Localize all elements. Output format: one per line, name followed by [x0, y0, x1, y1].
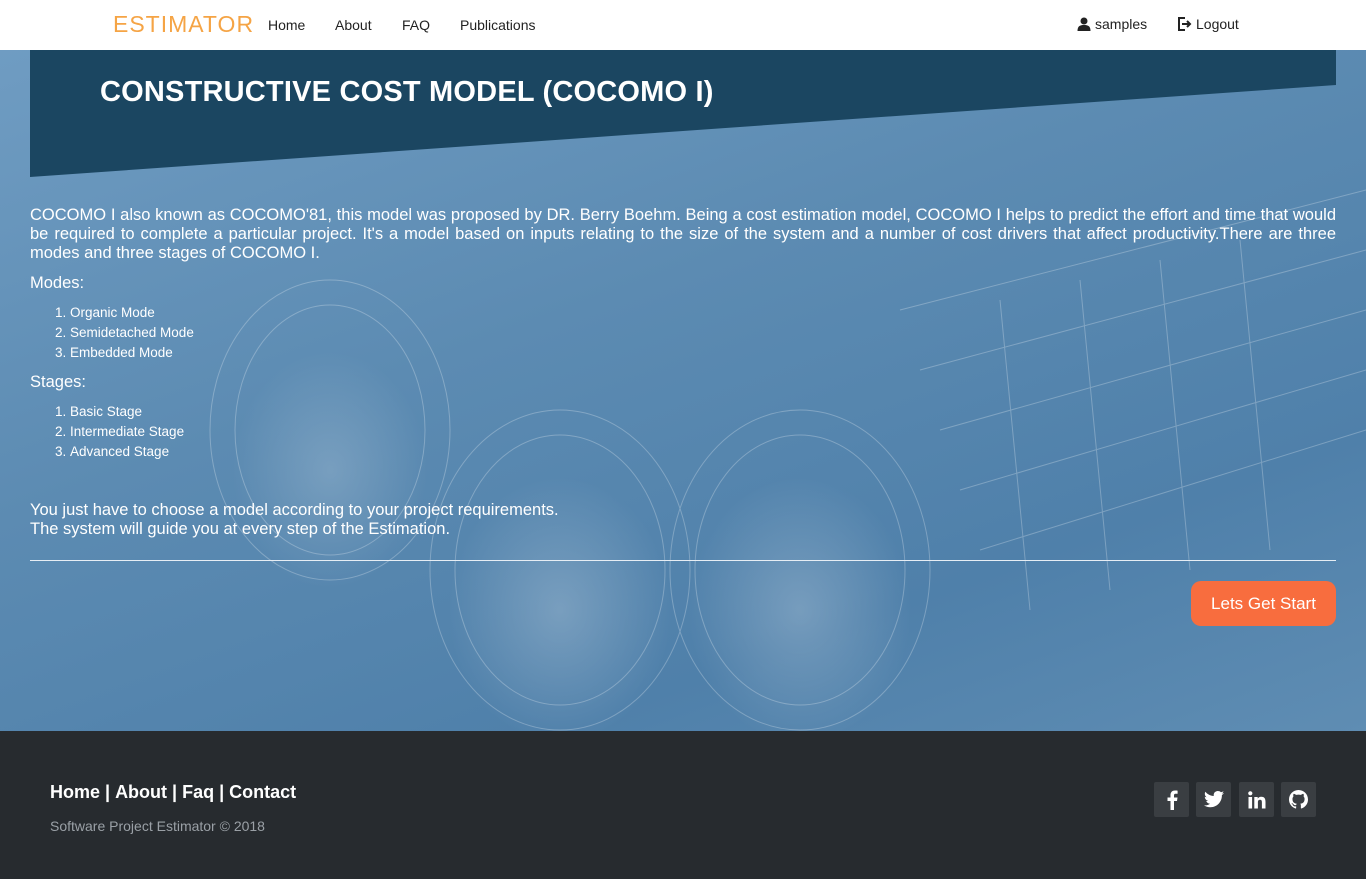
brand-logo[interactable]: ESTIMATOR — [113, 11, 254, 38]
nav-home-link[interactable]: Home — [268, 17, 305, 33]
title-banner — [30, 50, 1336, 177]
twitter-icon — [1203, 791, 1224, 808]
page-title: CONSTRUCTIVE COST MODEL (COCOMO I) — [100, 76, 714, 108]
get-started-button[interactable]: Lets Get Start — [1191, 581, 1336, 626]
modes-heading: Modes: — [30, 274, 85, 292]
footer-link-contact[interactable]: Contact — [229, 782, 296, 803]
footer-link-about[interactable]: About — [115, 782, 167, 803]
github-link[interactable] — [1281, 782, 1316, 817]
facebook-link[interactable] — [1154, 782, 1189, 817]
divider — [30, 560, 1336, 561]
copyright-text: Software Project Estimator © 2018 — [50, 818, 265, 834]
twitter-link[interactable] — [1196, 782, 1231, 817]
facebook-icon — [1167, 790, 1178, 810]
nav-about-link[interactable]: About — [335, 17, 372, 33]
linkedin-icon — [1247, 790, 1265, 808]
nav-faq-link[interactable]: FAQ — [402, 17, 430, 33]
footer-links: Home | About | Faq | Contact — [50, 782, 296, 803]
closing-text: You just have to choose a model accordin… — [30, 501, 559, 539]
footer-separator: | — [214, 782, 230, 802]
stages-list: Basic Stage Intermediate Stage Advanced … — [30, 402, 184, 462]
logout-label: Logout — [1196, 16, 1239, 32]
list-item: Advanced Stage — [70, 442, 184, 462]
footer-separator: | — [167, 782, 183, 802]
nav-logout-link[interactable]: Logout — [1177, 16, 1239, 32]
modes-list: Organic Mode Semidetached Mode Embedded … — [30, 303, 194, 363]
list-item: Embedded Mode — [70, 343, 194, 363]
github-icon — [1289, 790, 1308, 809]
closing-line-1: You just have to choose a model accordin… — [30, 501, 559, 519]
nav-publications-link[interactable]: Publications — [460, 17, 536, 33]
hero-section — [0, 50, 1366, 731]
footer-link-home[interactable]: Home — [50, 782, 100, 803]
footer-separator: | — [100, 782, 116, 802]
list-item: Basic Stage — [70, 402, 184, 422]
user-icon — [1077, 17, 1091, 31]
user-name: samples — [1095, 16, 1148, 32]
footer-link-faq[interactable]: Faq — [182, 782, 214, 803]
footer: Home | About | Faq | Contact Software Pr… — [0, 731, 1366, 879]
list-item: Organic Mode — [70, 303, 194, 323]
list-item: Intermediate Stage — [70, 422, 184, 442]
intro-paragraph: COCOMO I also known as COCOMO'81, this m… — [30, 206, 1336, 262]
top-navbar: ESTIMATOR Home About FAQ Publications sa… — [0, 0, 1366, 50]
nav-user-link[interactable]: samples — [1077, 16, 1147, 32]
closing-line-2: The system will guide you at every step … — [30, 520, 451, 538]
linkedin-link[interactable] — [1239, 782, 1274, 817]
list-item: Semidetached Mode — [70, 323, 194, 343]
stages-heading: Stages: — [30, 373, 86, 391]
logout-icon — [1178, 17, 1192, 31]
